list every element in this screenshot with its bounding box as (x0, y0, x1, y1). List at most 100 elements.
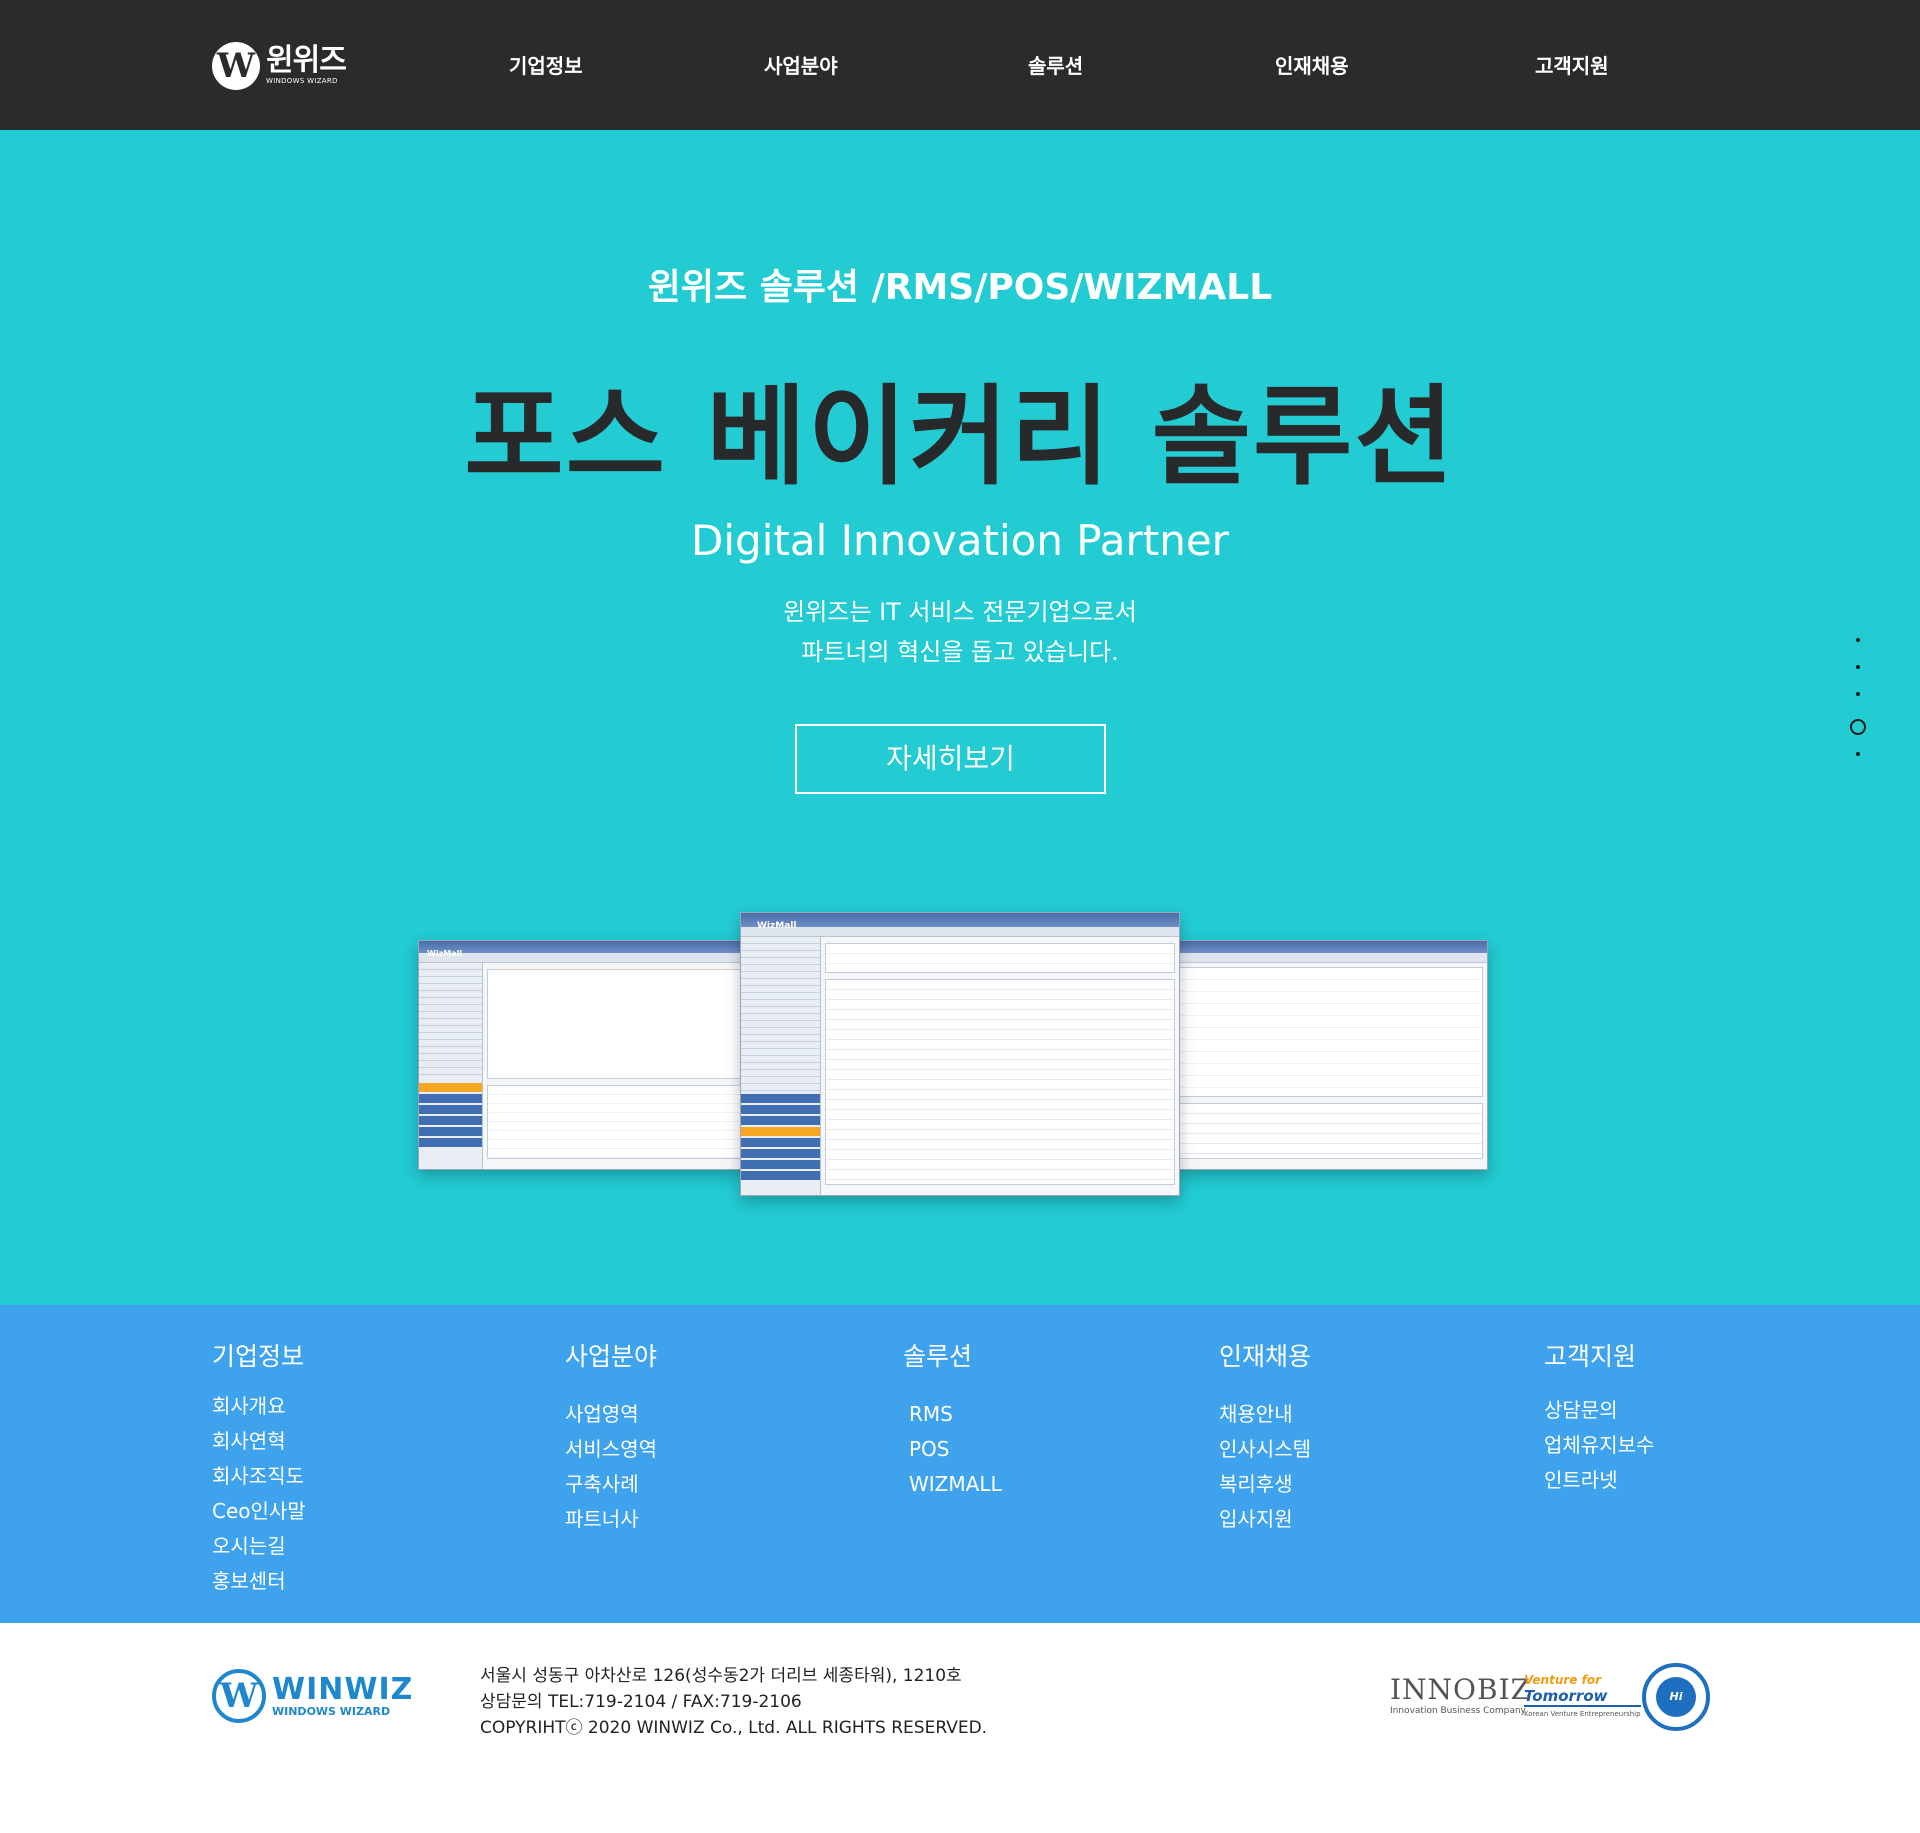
slide-dot-3[interactable] (1856, 692, 1860, 696)
screenshot-center-app-title: WizMall (757, 921, 797, 931)
screenshot-center-tree (741, 937, 820, 1092)
footer-link[interactable]: 구축사례 (565, 1467, 657, 1502)
footer-link[interactable]: 인사시스템 (1219, 1432, 1311, 1467)
footer-col-title: 기업정보 (212, 1342, 305, 1371)
screenshot-center-grid (825, 979, 1175, 1185)
hi-seoul-seal-icon: Hi Seoul (1642, 1663, 1710, 1743)
innobiz-logo-text: INNOBIZ (1390, 1673, 1532, 1706)
hero-tagline: Digital Innovation Partner (691, 516, 1229, 565)
screenshot-right (1172, 940, 1488, 1170)
hero-section: 윈위즈 솔루션 /RMS/POS/WIZMALL 포스 베이커리 솔루션 Dig… (0, 130, 1920, 1305)
footer-link[interactable]: 오시는길 (212, 1529, 306, 1564)
nav-company-info[interactable]: 기업정보 (509, 50, 583, 79)
screenshot-left-tab (419, 1105, 482, 1114)
nav-business[interactable]: 사업분야 (764, 50, 838, 79)
logo-en-text: WINDOWS WIZARD (266, 77, 338, 85)
footer-col-recruit: 인재채용 채용안내 인사시스템 복리후생 입사지원 (1219, 1337, 1311, 1537)
footer-link[interactable]: 홍보센터 (212, 1564, 306, 1599)
slide-pagination (1848, 638, 1868, 779)
footer-link[interactable]: WIZMALL (903, 1467, 1002, 1502)
screenshot-center-tab (741, 1105, 820, 1114)
top-header: W 윈위즈 WINDOWS WIZARD 기업정보 사업분야 솔루션 인재채용 … (0, 0, 1920, 130)
innobiz-badge: INNOBIZ Innovation Business Company (1390, 1673, 1531, 1716)
screenshot-right-titlebar (1173, 941, 1487, 953)
screenshot-center-tab (741, 1116, 820, 1125)
nav-solution[interactable]: 솔루션 (1028, 50, 1083, 79)
site-logo[interactable]: W 윈위즈 WINDOWS WIZARD (212, 42, 347, 90)
copyright-text: COPYRIHTⓒ 2020 WINWIZ Co., Ltd. ALL RIGH… (480, 1718, 988, 1738)
screenshot-center: WizMall (740, 912, 1180, 1196)
venture-text-2: Tomorrow (1524, 1687, 1641, 1707)
footer-link[interactable]: 회사개요 (212, 1389, 306, 1424)
footer-link[interactable]: 채용안내 (1219, 1397, 1311, 1432)
hero-desc-line1: 윈위즈는 IT 서비스 전문기업으로서 (783, 598, 1137, 626)
footer-logo[interactable]: W WINWIZ WINDOWS WIZARD (212, 1669, 413, 1723)
footer-logo-text: WINWIZ WINDOWS WIZARD (272, 1671, 414, 1718)
footer-bottom: W WINWIZ WINDOWS WIZARD 서울시 성동구 아차산로 126… (0, 1623, 1920, 1833)
hero-title: 포스 베이커리 솔루션 (464, 375, 1456, 500)
footer-col-title: 고객지원 (1544, 1342, 1637, 1371)
screenshot-left-toolbar (419, 953, 747, 963)
footer-col-business: 사업분야 사업영역 서비스영역 구축사례 파트너사 (565, 1337, 657, 1537)
screenshot-center-tab (741, 1127, 820, 1136)
screenshot-center-tab (741, 1160, 820, 1169)
footer-link[interactable]: POS (903, 1432, 1002, 1467)
company-contact: 상담문의 TEL:719-2104 / FAX:719-2106 (480, 1692, 802, 1712)
nav-recruit[interactable]: 인재채용 (1275, 50, 1349, 79)
view-more-button[interactable]: 자세히보기 (795, 724, 1106, 794)
footer-logo-w-icon: W (212, 1669, 266, 1723)
screenshot-right-dialog (1177, 967, 1483, 1097)
footer-link[interactable]: 인트라넷 (1544, 1463, 1654, 1498)
screenshot-center-tab (741, 1138, 820, 1147)
footer-link[interactable]: 파트너사 (565, 1502, 657, 1537)
logo-text: 윈위즈 WINDOWS WIZARD (266, 43, 347, 86)
screenshot-center-toolbar (741, 927, 1179, 937)
footer-link[interactable]: RMS (903, 1397, 1002, 1432)
screenshot-left-tab (419, 1083, 482, 1092)
screenshot-left-tab (419, 1138, 482, 1147)
screenshot-center-tab (741, 1171, 820, 1180)
nav-support[interactable]: 고객지원 (1535, 50, 1609, 79)
screenshot-left-tab (419, 1116, 482, 1125)
footer-link[interactable]: Ceo인사말 (212, 1494, 306, 1529)
screenshot-left-form (487, 1085, 743, 1159)
slide-dot-5[interactable] (1856, 752, 1860, 756)
screenshot-center-titlebar: WizMall (741, 913, 1179, 931)
venture-text-3: Korean Venture Entrepreneurship (1524, 1710, 1641, 1718)
hero-subtitle: 윈위즈 솔루션 /RMS/POS/WIZMALL (647, 267, 1273, 308)
logo-w-icon: W (212, 42, 260, 90)
screenshot-left-tab (419, 1094, 482, 1103)
slide-dot-1[interactable] (1856, 638, 1860, 642)
slide-dot-4-active[interactable] (1850, 719, 1866, 735)
footer-link[interactable]: 회사조직도 (212, 1459, 306, 1494)
footer-link[interactable]: 복리후생 (1219, 1467, 1311, 1502)
footer-col-solution: 솔루션 RMS POS WIZMALL (903, 1337, 1002, 1502)
screenshot-center-tab (741, 1149, 820, 1158)
company-address: 서울시 성동구 아차산로 126(성수동2가 더리브 세종타워), 1210호 (480, 1666, 962, 1686)
screenshot-right-toolbar (1173, 953, 1487, 963)
venture-badge: Venture for Tomorrow Korean Venture Entr… (1524, 1673, 1641, 1718)
screenshot-left-tree (419, 963, 482, 1081)
footer-col-title: 인재채용 (1219, 1342, 1312, 1371)
venture-text-1: Venture for (1524, 1673, 1601, 1687)
hero-desc-line2: 파트너의 혁신을 돕고 있습니다. (801, 638, 1119, 666)
screenshot-center-tab (741, 1094, 820, 1103)
logo-kr-text: 윈위즈 (266, 43, 347, 78)
screenshot-left-panel (487, 969, 743, 1079)
footer-col-support: 고객지원 상담문의 업체유지보수 인트라넷 (1544, 1337, 1654, 1498)
slide-dot-2[interactable] (1856, 665, 1860, 669)
footer-logo-name: WINWIZ (272, 1671, 414, 1707)
footer-link[interactable]: 회사연혁 (212, 1424, 306, 1459)
footer-link[interactable]: 업체유지보수 (1544, 1428, 1654, 1463)
footer-col-title: 솔루션 (903, 1342, 973, 1371)
hero-description: 윈위즈는 IT 서비스 전문기업으로서 파트너의 혁신을 돕고 있습니다. (0, 592, 1920, 672)
footer-link[interactable]: 서비스영역 (565, 1432, 657, 1467)
footer-link[interactable]: 입사지원 (1219, 1502, 1311, 1537)
footer-link[interactable]: 상담문의 (1544, 1393, 1654, 1428)
footer-sitemap: 기업정보 회사개요 회사연혁 회사조직도 Ceo인사말 오시는길 홍보센터 사업… (0, 1305, 1920, 1623)
screenshot-center-sidebar (741, 937, 821, 1195)
screenshot-left: WizMall (418, 940, 748, 1170)
footer-link[interactable]: 사업영역 (565, 1397, 657, 1432)
company-info: 서울시 성동구 아차산로 126(성수동2가 더리브 세종타워), 1210호 … (480, 1663, 987, 1741)
innobiz-sub-text: Innovation Business Company (1390, 1706, 1526, 1716)
